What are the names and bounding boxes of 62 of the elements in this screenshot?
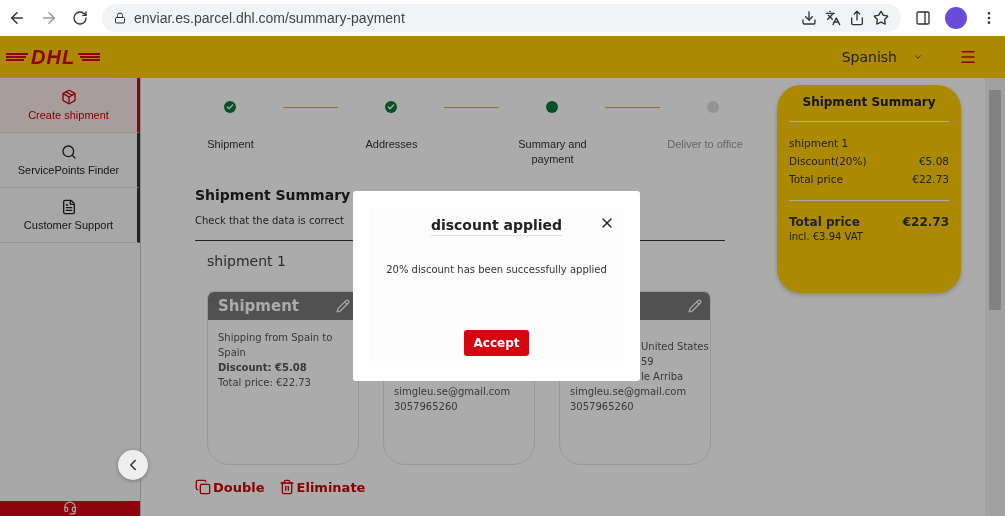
language-select[interactable]: Spanish xyxy=(841,49,923,65)
price-label: Total price xyxy=(789,172,843,187)
price-value: €5.08 xyxy=(918,154,949,169)
profile-avatar[interactable] xyxy=(945,7,967,29)
caret-icon xyxy=(913,52,923,62)
card-title: Shipment xyxy=(218,297,299,315)
document-icon xyxy=(60,199,77,215)
logo[interactable]: DHL xyxy=(31,45,76,69)
address-bar[interactable]: enviar.es.parcel.dhl.com/summary-payment xyxy=(102,4,901,32)
card-text: 3057965260 xyxy=(570,400,634,414)
total-label: Total price xyxy=(789,214,860,231)
total-value: €22.73 xyxy=(902,214,949,231)
stripes-icon xyxy=(78,52,101,62)
price-value: €22.73 xyxy=(912,172,949,187)
card-text: Total price: €22.73 xyxy=(218,376,311,390)
trash-icon xyxy=(278,479,295,495)
url-text: enviar.es.parcel.dhl.com/summary-payment xyxy=(134,10,406,26)
box-icon xyxy=(60,89,77,105)
side-panel-icon[interactable] xyxy=(915,10,931,26)
back-icon[interactable] xyxy=(8,9,26,27)
accept-button[interactable]: Accept xyxy=(463,330,530,356)
step-label: Shipment xyxy=(207,137,254,152)
star-icon[interactable] xyxy=(873,10,889,26)
hint-text: Check that the data is correct xyxy=(195,215,344,226)
collapse-button[interactable] xyxy=(118,450,148,480)
dialog-title: discount applied xyxy=(430,217,563,236)
card-text: 3057965260 xyxy=(394,400,458,414)
edit-icon[interactable] xyxy=(336,299,350,313)
card-text: United States xyxy=(640,340,709,354)
stripes-icon xyxy=(6,52,28,62)
section-title: Shipment Summary xyxy=(195,187,351,203)
edit-icon[interactable] xyxy=(688,299,702,313)
scrollbar[interactable] xyxy=(985,78,1005,516)
copy-icon xyxy=(195,479,211,495)
share-icon[interactable] xyxy=(849,10,865,26)
action-button[interactable]: Eliminate xyxy=(278,479,366,495)
panel-text: shipment 1 xyxy=(789,136,850,151)
vat-text: incl. €3.94 VAT xyxy=(789,231,864,242)
card-text: simgleu.se@gmail.com xyxy=(570,385,687,399)
panel-title: Shipment Summary xyxy=(801,95,937,109)
sidebar-item[interactable]: Create shipment xyxy=(0,78,140,133)
forward-icon[interactable] xyxy=(40,9,58,27)
sidebar-item[interactable]: ServicePoints Finder xyxy=(0,133,140,188)
download-icon[interactable] xyxy=(801,10,817,26)
step-label: Summary and payment xyxy=(517,137,588,167)
sidebar-item[interactable]: Customer Support xyxy=(0,188,140,243)
shipment-label: shipment 1 xyxy=(207,253,286,269)
price-label: Discount(20%) xyxy=(789,154,867,169)
action-button[interactable]: Double xyxy=(195,479,265,495)
dialog-message: 20% discount has been successfully applied xyxy=(386,264,607,275)
card-text: 59 xyxy=(640,355,654,369)
translate-icon[interactable] xyxy=(825,10,841,26)
reload-icon[interactable] xyxy=(72,10,88,26)
search-icon xyxy=(60,144,77,160)
card-text: le Arriba xyxy=(640,370,684,384)
support-icon[interactable] xyxy=(63,501,77,515)
card-text: Shipping from Spain to Spain xyxy=(218,331,334,360)
step-label: Deliver to office xyxy=(667,137,743,152)
step-label: Addresses xyxy=(365,137,418,152)
card-text: simgleu.se@gmail.com xyxy=(394,385,511,399)
lock-icon xyxy=(114,12,126,24)
card-text: Discount: €5.08 xyxy=(218,361,307,375)
